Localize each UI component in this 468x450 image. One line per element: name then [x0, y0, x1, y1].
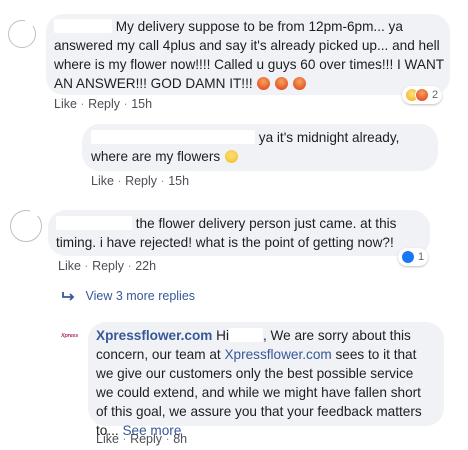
reaction-count: 1 [418, 251, 425, 263]
comment-text: where are my flowers [91, 147, 238, 167]
timestamp[interactable]: 15h [131, 97, 152, 111]
timestamp[interactable]: 15h [168, 174, 189, 188]
timestamp[interactable]: 8h [173, 432, 187, 446]
like-reaction-icon [401, 250, 415, 264]
view-more-replies-label: View 3 more replies [85, 289, 196, 303]
angry-face-icon [292, 77, 306, 90]
avatar-ring-gap [30, 208, 42, 216]
reaction-summary[interactable]: 1 [398, 248, 429, 266]
reply-text: we give our customers only the best poss… [96, 366, 414, 381]
reply-button[interactable]: Reply [88, 97, 120, 111]
like-button[interactable]: Like [58, 259, 81, 273]
comment-text: My delivery suppose to be from 12pm-6pm.… [54, 17, 403, 37]
reply-text: of this goal, we assure you that your fe… [96, 404, 422, 419]
website-link[interactable]: Xpressflower.com [224, 347, 331, 362]
angry-face-icon [257, 77, 271, 90]
timestamp[interactable]: 22h [135, 259, 156, 273]
comment-text: where is my flower now!!!! Called u guys… [54, 57, 445, 72]
redacted-name [54, 19, 112, 33]
reply-actions: Like · Reply · 8h [96, 432, 188, 446]
view-more-replies-link[interactable]: View 3 more replies [62, 289, 195, 303]
like-button[interactable]: Like [54, 97, 77, 111]
like-button[interactable]: Like [96, 432, 119, 446]
page-logo: Xpress [61, 333, 79, 339]
comment-text: the flower delivery person just came. at… [56, 214, 396, 234]
redacted-name [91, 130, 255, 144]
angry-face-icon [275, 77, 289, 90]
redacted-name [56, 216, 132, 230]
like-button[interactable]: Like [91, 174, 114, 188]
reaction-count: 2 [432, 89, 439, 101]
reply-text: we could extend, and while we might have… [96, 385, 421, 400]
comment-text: answered my call 4plus and say it's alre… [54, 38, 440, 53]
page-avatar[interactable]: Xpress [60, 326, 84, 350]
comment-text: AN ANSWER!!! GOD DAMN IT!!! [54, 74, 306, 94]
comment-text: ya it's midnight already, [91, 128, 399, 148]
redacted-name [228, 328, 263, 342]
reply-text: Xpressflower.com Hi, We are sorry about … [96, 328, 411, 343]
comment-actions: Like · Reply · 22h [58, 259, 157, 273]
reply-button[interactable]: Reply [130, 432, 162, 446]
comment-actions: Like · Reply · 15h [91, 174, 190, 188]
angry-reaction-icon [415, 88, 429, 102]
reply-arrow-icon [62, 292, 75, 301]
avatar-ring-gap [25, 18, 37, 26]
reaction-summary[interactable]: 2 [402, 86, 443, 104]
comment-actions: Like · Reply · 15h [54, 97, 153, 111]
reply-text: concern, our team at Xpressflower.com se… [96, 347, 417, 362]
comment-text: timing. i have rejected! what is the poi… [56, 235, 394, 250]
sad-face-icon [224, 150, 238, 163]
reply-button[interactable]: Reply [92, 259, 124, 273]
page-author-link[interactable]: Xpressflower.com [96, 328, 212, 343]
reply-button[interactable]: Reply [125, 174, 157, 188]
